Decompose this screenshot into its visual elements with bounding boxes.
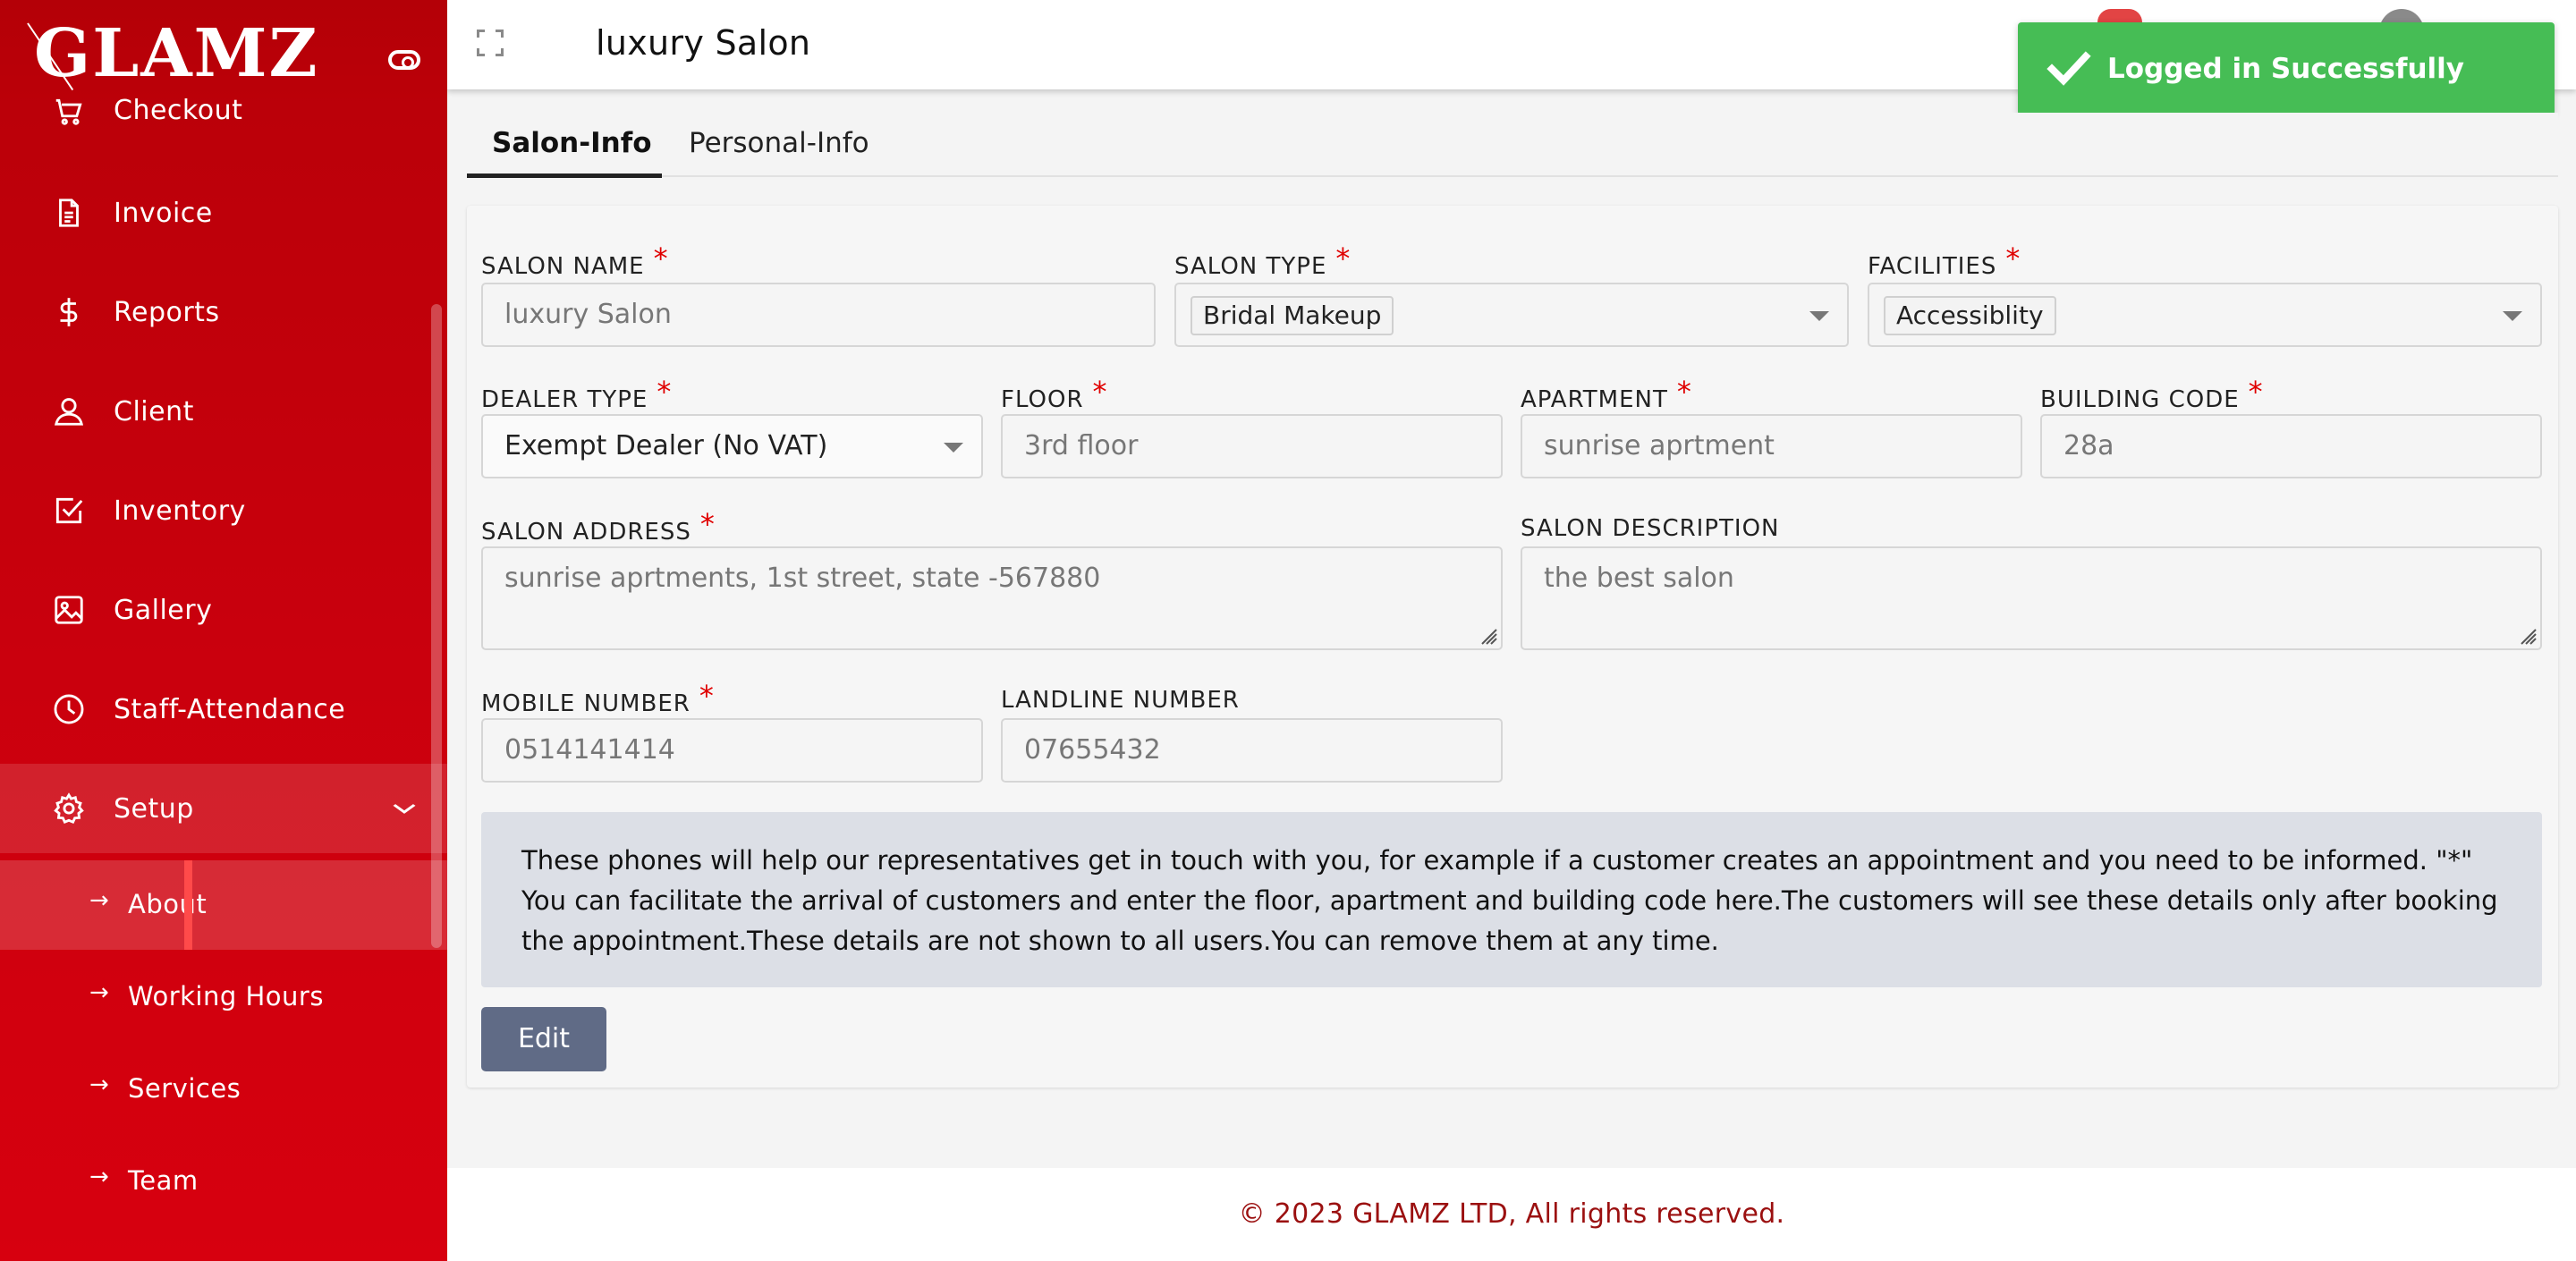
- active-tab-indicator: [467, 173, 662, 178]
- landline-number-label: LANDLINE NUMBER: [1001, 687, 1240, 714]
- page-title: luxury Salon: [596, 23, 811, 63]
- sidebar-subitem-label: Team: [128, 1165, 199, 1196]
- toast-message: Logged in Successfully: [2107, 53, 2465, 85]
- sidebar: Checkout GLAMZ Invoice Reports Client In…: [0, 0, 447, 1261]
- resize-handle-icon[interactable]: [2517, 625, 2537, 645]
- sidebar-item-inventory[interactable]: Inventory: [0, 466, 447, 555]
- sidebar-item-reports[interactable]: Reports: [0, 267, 447, 357]
- tab-bar: Salon-Info Personal-Info: [467, 113, 2558, 178]
- checkbox-icon: [52, 494, 86, 528]
- salon-type-chip[interactable]: Bridal Makeup: [1191, 296, 1394, 335]
- logo: GLAMZ: [34, 15, 319, 92]
- arrow-right-icon: →: [89, 979, 109, 1006]
- salon-address-label: SALON ADDRESS *: [481, 507, 716, 546]
- salon-address-value: sunrise aprtments, 1st street, state -56…: [504, 563, 1101, 594]
- chevron-down-icon: [389, 795, 419, 822]
- salon-type-select[interactable]: Bridal Makeup: [1174, 283, 1849, 347]
- sidebar-item-label: Gallery: [114, 594, 213, 626]
- facilities-select[interactable]: Accessiblity: [1868, 283, 2542, 347]
- sidebar-subitem-label: Services: [128, 1073, 242, 1104]
- cart-icon: [52, 95, 86, 129]
- info-notice-text: These phones will help our representativ…: [521, 845, 2498, 956]
- sidebar-subitem-services[interactable]: → Services: [0, 1045, 447, 1134]
- dealer-type-select[interactable]: Exempt Dealer (No VAT): [481, 414, 983, 478]
- sidebar-item-invoice[interactable]: Invoice: [0, 168, 447, 258]
- building-code-input[interactable]: 28a: [2040, 414, 2542, 478]
- resize-handle-icon[interactable]: [1478, 625, 1497, 645]
- edit-button[interactable]: Edit: [481, 1007, 606, 1071]
- info-notice: These phones will help our representativ…: [481, 812, 2542, 987]
- floor-input[interactable]: 3rd floor: [1001, 414, 1503, 478]
- sidebar-item-label: Reports: [114, 296, 220, 328]
- sidebar-item-label: Setup: [114, 792, 194, 825]
- salon-type-label: SALON TYPE *: [1174, 241, 1352, 280]
- apartment-input[interactable]: sunrise aprtment: [1521, 414, 2022, 478]
- caret-down-icon: [2503, 311, 2522, 321]
- sidebar-item-label: Checkout: [114, 95, 243, 126]
- tab-personal-info[interactable]: Personal-Info: [689, 127, 869, 159]
- facilities-chip[interactable]: Accessiblity: [1884, 296, 2056, 335]
- floor-label: FLOOR *: [1001, 375, 1108, 413]
- document-icon: [52, 196, 86, 230]
- sidebar-subitem-label: About: [128, 889, 208, 919]
- dollar-icon: [52, 295, 86, 329]
- sidebar-header: GLAMZ: [0, 0, 447, 98]
- sidebar-subitem-about[interactable]: → About: [0, 860, 447, 950]
- check-icon: [2045, 47, 2093, 90]
- sidebar-item-client[interactable]: Client: [0, 367, 447, 456]
- image-icon: [52, 593, 86, 627]
- caret-down-icon: [944, 443, 963, 453]
- sidebar-item-label: Client: [114, 395, 194, 427]
- salon-name-input[interactable]: luxury Salon: [481, 283, 1156, 347]
- landline-number-input[interactable]: 07655432: [1001, 718, 1503, 783]
- sidebar-item-label: Staff-Attendance: [114, 693, 346, 725]
- arrow-right-icon: →: [89, 887, 109, 914]
- sidebar-item-setup[interactable]: Setup: [0, 764, 447, 853]
- mobile-number-label: MOBILE NUMBER *: [481, 679, 715, 717]
- dealer-type-label: DEALER TYPE *: [481, 375, 673, 413]
- user-icon: [52, 394, 86, 428]
- sidebar-item-gallery[interactable]: Gallery: [0, 565, 447, 655]
- salon-description-value: the best salon: [1544, 563, 1734, 594]
- building-code-label: BUILDING CODE *: [2040, 375, 2264, 413]
- sidebar-item-label: Inventory: [114, 495, 246, 527]
- caret-down-icon: [1809, 311, 1829, 321]
- footer: © 2023 GLAMZ LTD, All rights reserved.: [447, 1168, 2576, 1261]
- active-marker: [184, 860, 192, 950]
- sidebar-subitem-team[interactable]: → Team: [0, 1137, 447, 1226]
- sidebar-subitem-label: Working Hours: [128, 981, 324, 1011]
- arrow-right-icon: →: [89, 1071, 109, 1098]
- success-toast[interactable]: Logged in Successfully: [2018, 22, 2555, 115]
- sidebar-item-staff-attendance[interactable]: Staff-Attendance: [0, 664, 447, 754]
- fullscreen-icon[interactable]: [474, 27, 506, 59]
- salon-name-label: SALON NAME *: [481, 241, 669, 280]
- salon-description-textarea[interactable]: the best salon: [1521, 546, 2542, 650]
- sidebar-toggle-icon[interactable]: [388, 50, 420, 70]
- footer-copyright: © 2023 GLAMZ LTD, All rights reserved.: [1238, 1198, 1785, 1230]
- dealer-type-value: Exempt Dealer (No VAT): [504, 430, 828, 461]
- sidebar-item-label: Invoice: [114, 197, 213, 229]
- salon-description-label: SALON DESCRIPTION: [1521, 515, 1780, 542]
- sidebar-subitem-working-hours[interactable]: → Working Hours: [0, 952, 447, 1042]
- mobile-number-input[interactable]: 0514141414: [481, 718, 983, 783]
- tab-salon-info[interactable]: Salon-Info: [492, 127, 652, 159]
- gear-icon: [52, 791, 86, 825]
- apartment-label: APARTMENT *: [1521, 375, 1692, 413]
- clock-icon: [52, 692, 86, 726]
- facilities-label: FACILITIES *: [1868, 241, 2021, 280]
- salon-address-textarea[interactable]: sunrise aprtments, 1st street, state -56…: [481, 546, 1503, 650]
- arrow-right-icon: →: [89, 1164, 109, 1190]
